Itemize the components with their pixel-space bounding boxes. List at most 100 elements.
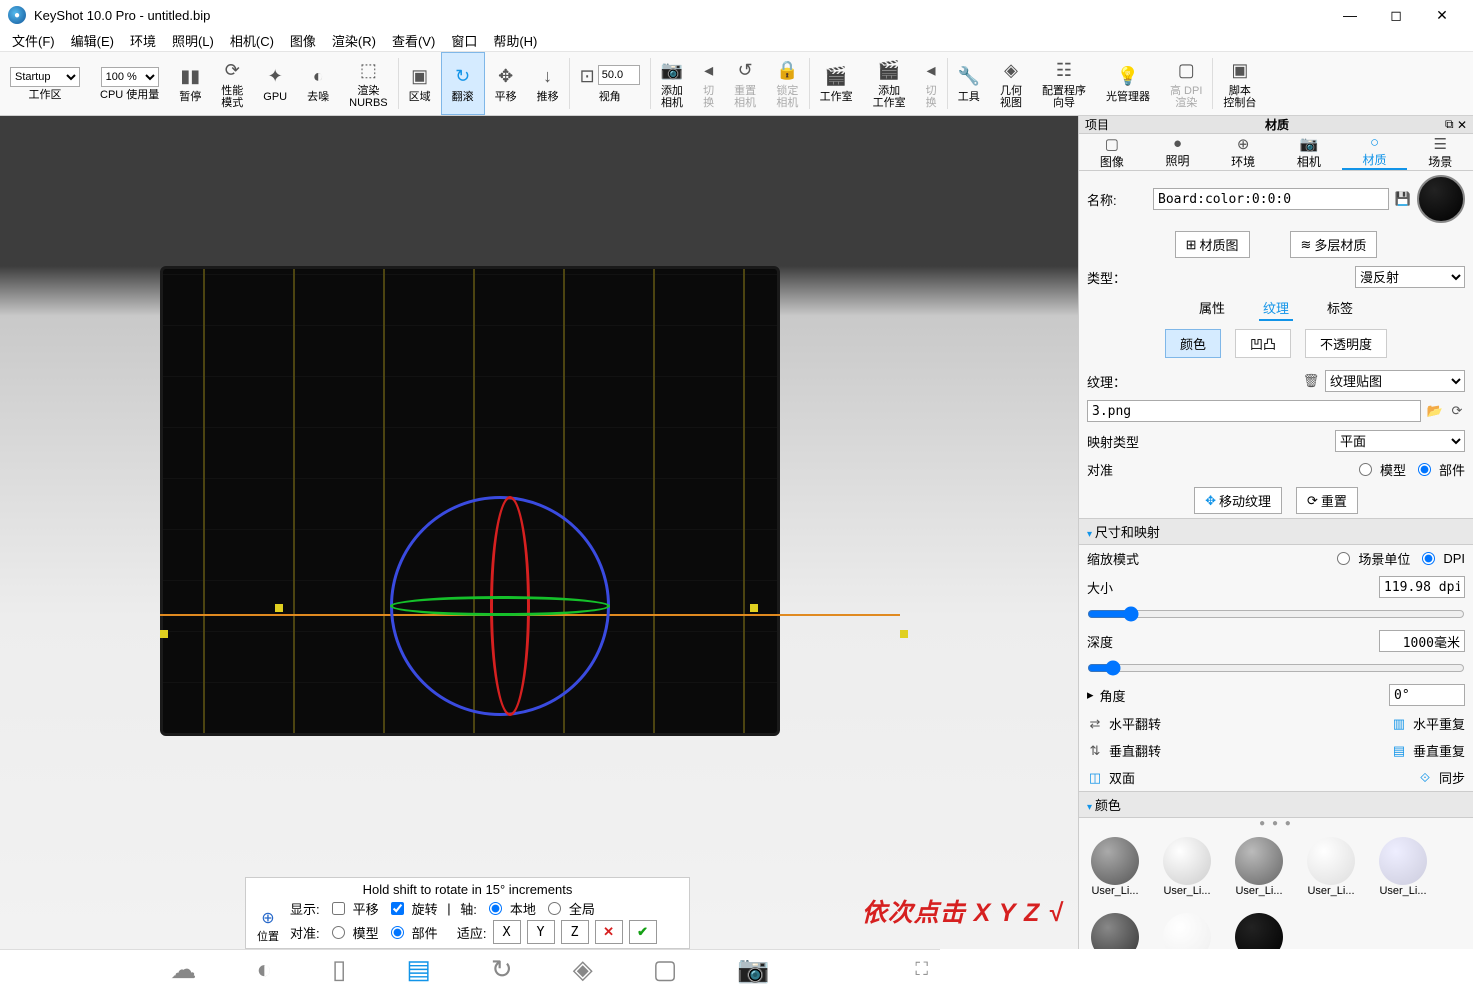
dolly-button[interactable]: ↓推移	[527, 52, 569, 115]
viewport-3d[interactable]: 依次点击 X Y Z √ Hold shift to rotate in 15°…	[0, 116, 1078, 949]
mat-item[interactable]: User_Li...	[1159, 837, 1215, 897]
menu-edit[interactable]: 编辑(E)	[63, 31, 122, 50]
fit-z-button[interactable]: Z	[561, 920, 589, 944]
tab-scene[interactable]: ☰场景	[1407, 134, 1473, 170]
vflip-icon[interactable]: ⇅	[1087, 743, 1103, 759]
confirm-button[interactable]: ✔	[629, 920, 657, 944]
panel-undock-icon[interactable]: ⧉	[1445, 117, 1454, 132]
menu-window[interactable]: 窗口	[443, 31, 485, 50]
fit-x-button[interactable]: X	[493, 920, 521, 944]
nurbs-button[interactable]: ⬚渲染 NURBS	[339, 52, 398, 115]
twoside-icon[interactable]: ◫	[1087, 770, 1103, 786]
mat-item[interactable]: User_Li...	[1303, 837, 1359, 897]
close-button[interactable]: ✕	[1419, 0, 1465, 30]
btab-present[interactable]: ▢	[653, 954, 678, 985]
config-wizard-button[interactable]: ☷配置程序 向导	[1032, 52, 1096, 115]
btab-project[interactable]: ▤	[406, 954, 431, 985]
channel-opacity[interactable]: 不透明度	[1305, 329, 1387, 358]
delete-texture-icon[interactable]: 🗑	[1303, 373, 1319, 389]
align-model-radio[interactable]	[1359, 463, 1372, 476]
section-size-mapping[interactable]: 尺寸和映射	[1079, 518, 1473, 545]
menu-lighting[interactable]: 照明(L)	[164, 31, 222, 50]
menu-image[interactable]: 图像	[282, 31, 324, 50]
btab-screenshot[interactable]: 📷	[737, 954, 769, 985]
axis-global-radio[interactable]	[548, 902, 561, 915]
vrepeat-icon[interactable]: ▤	[1391, 743, 1407, 759]
fov-input[interactable]	[598, 65, 640, 85]
drag-handle-icon[interactable]: ● ● ●	[1079, 818, 1473, 829]
material-preview-swatch[interactable]	[1417, 175, 1465, 223]
mat-item[interactable]: User_Li...	[1087, 837, 1143, 897]
align-model-radio[interactable]	[332, 926, 345, 939]
depth-input[interactable]	[1379, 630, 1465, 652]
tab-lighting[interactable]: ●照明	[1145, 134, 1211, 170]
menu-environment[interactable]: 环境	[122, 31, 164, 50]
mat-item[interactable]	[1087, 913, 1143, 949]
reset-button[interactable]: ⟳重置	[1296, 487, 1358, 514]
subtab-label[interactable]: 标签	[1323, 296, 1357, 321]
align-part-radio[interactable]	[391, 926, 404, 939]
gpu-button[interactable]: ✦GPU	[253, 52, 297, 115]
channel-bump[interactable]: 凹凸	[1235, 329, 1291, 358]
gizmo-ring-y[interactable]	[390, 596, 610, 616]
fit-y-button[interactable]: Y	[527, 920, 555, 944]
material-name-input[interactable]	[1153, 188, 1389, 210]
depth-slider[interactable]	[1087, 660, 1465, 676]
denoise-button[interactable]: ◐去噪	[297, 52, 339, 115]
add-studio-button[interactable]: 🎬添加 工作室	[863, 52, 916, 115]
move-texture-button[interactable]: ✥移动纹理	[1194, 487, 1282, 514]
tumble-button[interactable]: ↻翻滚	[441, 52, 485, 115]
scale-scene-radio[interactable]	[1337, 552, 1350, 565]
minimize-button[interactable]: —	[1327, 0, 1373, 30]
tools-button[interactable]: 🔧工具	[948, 52, 990, 115]
btab-render[interactable]: ◈	[573, 954, 593, 985]
align-part-radio[interactable]	[1418, 463, 1431, 476]
mapping-select[interactable]: 平面	[1335, 430, 1465, 452]
light-manager-button[interactable]: 💡光管理器	[1096, 52, 1160, 115]
multilayer-button[interactable]: ≋多层材质	[1290, 231, 1378, 258]
menu-help[interactable]: 帮助(H)	[485, 31, 545, 50]
tab-material[interactable]: ○材质	[1342, 134, 1408, 170]
panel-close-icon[interactable]: ✕	[1457, 118, 1467, 132]
geom-view-button[interactable]: ◈几何 视图	[990, 52, 1032, 115]
gizmo-handle[interactable]	[750, 604, 758, 612]
add-camera-button[interactable]: 📷添加 相机	[651, 52, 693, 115]
gizmo-handle[interactable]	[275, 604, 283, 612]
texture-file-input[interactable]	[1087, 400, 1421, 422]
menu-view[interactable]: 查看(V)	[384, 31, 443, 50]
subtab-properties[interactable]: 属性	[1195, 296, 1229, 321]
mat-item[interactable]	[1231, 913, 1287, 949]
scale-dpi-radio[interactable]	[1422, 552, 1435, 565]
menu-camera[interactable]: 相机(C)	[222, 31, 282, 50]
region-button[interactable]: ▣区域	[399, 52, 441, 115]
gizmo-handle[interactable]	[900, 630, 908, 638]
perf-mode-button[interactable]: ⟳性能 模式	[211, 52, 253, 115]
mat-item[interactable]: User_Li...	[1231, 837, 1287, 897]
texture-type-select[interactable]: 纹理贴图	[1325, 370, 1465, 392]
axis-local-radio[interactable]	[489, 902, 502, 915]
fullscreen-icon[interactable]: ⛶	[915, 959, 928, 980]
cancel-button[interactable]: ✕	[595, 920, 623, 944]
menu-file[interactable]: 文件(F)	[4, 31, 63, 50]
channel-color[interactable]: 颜色	[1165, 329, 1221, 358]
material-graph-button[interactable]: ⊞材质图	[1175, 231, 1250, 258]
zoom-select[interactable]: 100 %	[101, 67, 159, 87]
subtab-texture[interactable]: 纹理	[1259, 296, 1293, 321]
position-icon[interactable]: ⊕位置	[254, 908, 282, 936]
show-rot-check[interactable]	[391, 902, 404, 915]
workspace-select[interactable]: Startup	[10, 67, 80, 87]
angle-input[interactable]	[1389, 684, 1465, 706]
pause-button[interactable]: ▮▮暂停	[169, 52, 211, 115]
sync-icon[interactable]: ⟐	[1417, 770, 1433, 786]
btab-library[interactable]: ▯	[332, 954, 346, 985]
btab-color[interactable]: ◐	[256, 954, 272, 985]
tab-environment[interactable]: ⊕环境	[1210, 134, 1276, 170]
mat-item[interactable]	[1159, 913, 1215, 949]
show-pan-check[interactable]	[332, 902, 345, 915]
type-select[interactable]: 漫反射	[1355, 266, 1465, 288]
btab-cloud[interactable]: ☁	[170, 954, 196, 985]
hrepeat-icon[interactable]: ▥	[1391, 716, 1407, 732]
section-color[interactable]: 颜色	[1079, 791, 1473, 818]
btab-animation[interactable]: ↻	[491, 954, 513, 985]
script-console-button[interactable]: ▣脚本 控制台	[1213, 52, 1266, 115]
